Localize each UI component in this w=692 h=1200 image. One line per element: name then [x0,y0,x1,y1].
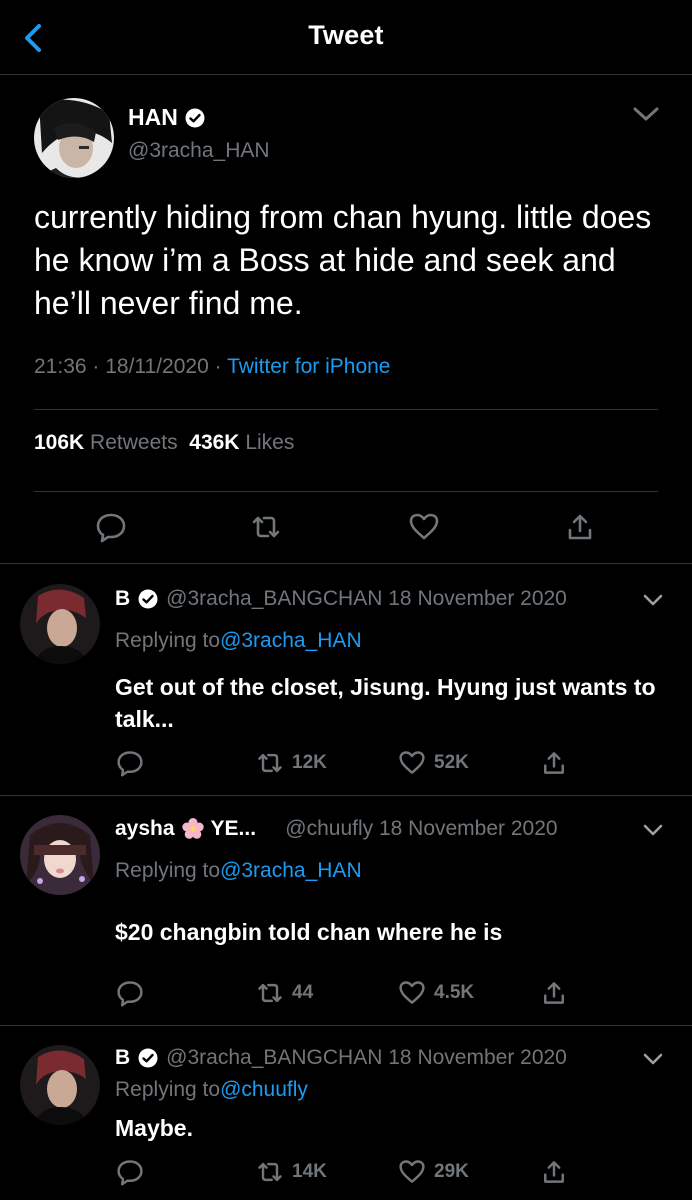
reply-button[interactable] [116,749,144,777]
retweet-button[interactable]: 44 [256,979,313,1007]
reply-header: B @3racha_BANGCHAN 18 November 2020 [115,1046,567,1070]
chevron-down-icon [643,594,663,606]
retweet-icon [258,983,282,1003]
retweet-count: 14K [292,1161,327,1182]
reply-author-name[interactable]: aysha [115,817,175,841]
retweets-stat[interactable]: 106K Retweets [34,431,178,454]
share-button[interactable] [540,979,568,1007]
replying-to: Replying to@3racha_HAN [115,859,362,882]
reply-text: $20 changbin told chan where he is [115,919,503,945]
share-icon [568,514,592,540]
reply-button[interactable] [116,979,144,1007]
reply-bubble-icon [96,513,126,543]
divider [0,563,692,564]
like-count: 29K [434,1161,469,1182]
heart-icon [399,1160,425,1183]
reply-date: 18 November 2020 [378,817,558,840]
reply-bubble-icon [117,1160,143,1186]
tweet-source-link[interactable]: Twitter for iPhone [227,355,390,378]
reply-bubble-icon [117,751,143,777]
share-icon [544,1161,564,1183]
author-name[interactable]: HAN [128,104,178,131]
more-options-button[interactable] [640,1048,666,1070]
tweet-meta: 21:36 · 18/11/2020 · Twitter for iPhone [34,355,391,378]
reply-header: aysha YE... @chuufly 18 November 2020 [115,817,558,841]
retweet-icon [252,516,280,538]
retweet-button[interactable] [250,511,282,543]
reply-date: 18 November 2020 [388,1046,567,1069]
share-icon [544,982,564,1004]
divider [0,795,692,796]
page-title: Tweet [308,20,384,50]
reply-author-handle[interactable]: @chuufly [285,817,373,841]
retweet-count: 12K [292,752,327,773]
share-button[interactable] [564,511,596,543]
reply-header: B @3racha_BANGCHAN 18 November 2020 [115,587,567,611]
reply-date: 18 November 2020 [388,587,567,610]
reply-button[interactable] [95,511,127,543]
author-name-row[interactable]: HAN [128,104,205,131]
reply-text: Maybe. [115,1115,193,1141]
tweet-text: currently hiding from chan hyung. little… [34,199,652,321]
replying-to: Replying to@3racha_HAN [115,629,362,652]
author-handle[interactable]: @3racha_HAN [128,139,270,163]
like-count: 4.5K [434,982,475,1003]
reply-author-name[interactable]: B [115,587,130,611]
more-options-button[interactable] [640,589,666,611]
share-icon [544,752,564,774]
like-button[interactable]: 52K [398,749,469,777]
cherry-blossom-icon [181,818,204,839]
replying-to-link[interactable]: @3racha_HAN [220,629,362,652]
reply-bubble-icon [117,981,143,1007]
tweet-stats: 106K Retweets 436K Likes [34,431,294,455]
replying-to: Replying to@chuufly [115,1078,308,1101]
like-button[interactable] [408,511,440,543]
reply-button[interactable] [116,1158,144,1186]
avatar[interactable] [20,584,100,664]
heart-icon [399,981,425,1004]
tweet-date: 18/11/2020 [105,355,209,378]
share-button[interactable] [540,749,568,777]
likes-stat[interactable]: 436K Likes [189,431,294,454]
replying-to-link[interactable]: @chuufly [220,1078,308,1101]
verified-badge-icon [138,589,158,609]
verified-badge-icon [185,108,205,127]
like-button[interactable]: 29K [398,1158,469,1186]
more-options-button[interactable] [628,100,664,128]
share-button[interactable] [540,1158,568,1186]
retweet-button[interactable]: 14K [256,1158,327,1186]
reply-author-handle[interactable]: @3racha_BANGCHAN [166,1046,382,1070]
divider [34,491,658,492]
like-count: 52K [434,752,469,773]
like-button[interactable]: 4.5K [398,979,474,1007]
divider [34,409,658,410]
tweet-time: 21:36 [34,355,87,378]
heart-icon [399,751,425,774]
retweet-icon [258,753,282,773]
chevron-down-icon [643,824,663,836]
heart-icon [409,513,439,540]
divider [0,1025,692,1026]
reply-text: Get out of the closet, Jisung. Hyung jus… [115,674,656,732]
more-options-button[interactable] [640,819,666,841]
avatar[interactable] [20,1045,100,1125]
avatar[interactable] [20,815,100,895]
replying-to-link[interactable]: @3racha_HAN [220,859,362,882]
reply-author-handle[interactable]: @3racha_BANGCHAN [166,587,382,611]
reply-author-name[interactable]: B [115,1046,130,1070]
retweet-button[interactable]: 12K [256,749,327,777]
retweet-icon [258,1162,282,1182]
avatar[interactable] [34,98,114,178]
verified-badge-icon [138,1048,158,1068]
retweet-count: 44 [292,982,314,1003]
reply-author-name-suffix[interactable]: YE... [211,817,257,841]
chevron-down-icon [633,107,659,121]
chevron-down-icon [643,1053,663,1065]
